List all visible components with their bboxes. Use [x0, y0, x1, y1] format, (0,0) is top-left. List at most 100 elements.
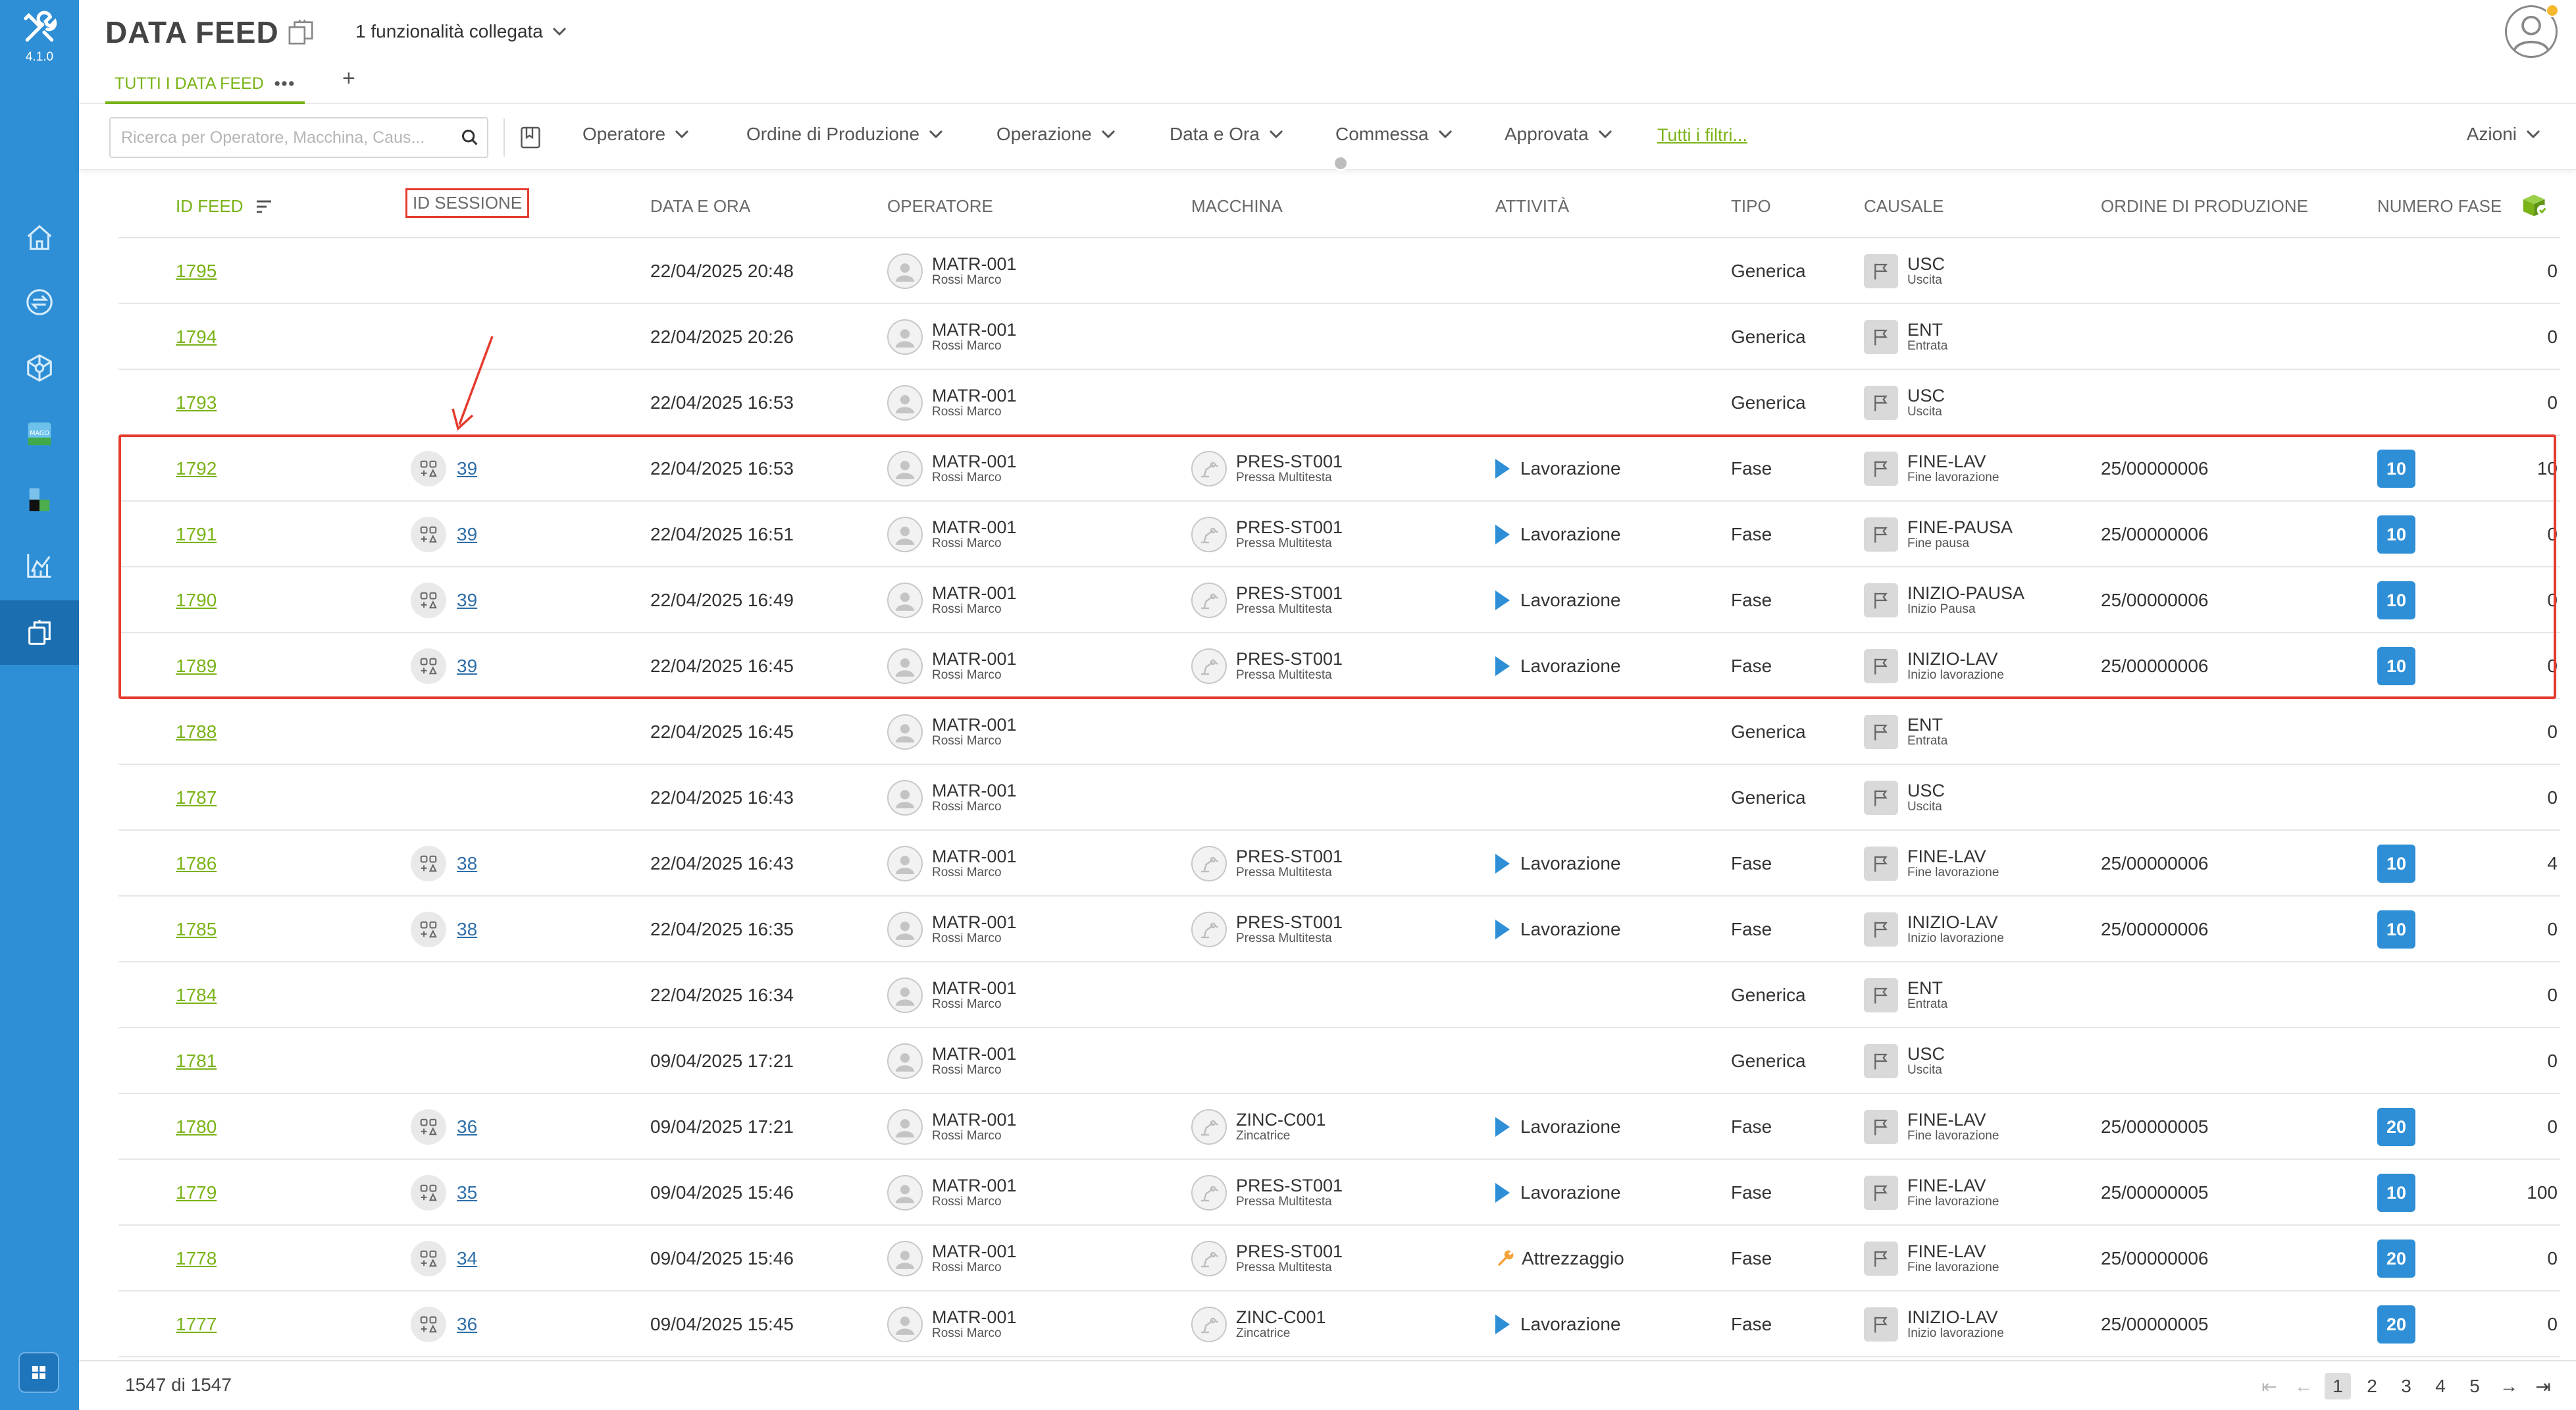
- page-5[interactable]: 5: [2461, 1373, 2488, 1399]
- id-feed-link[interactable]: 1791: [176, 524, 217, 545]
- session-link[interactable]: 39: [457, 458, 477, 479]
- column-causale[interactable]: CAUSALE: [1864, 196, 1944, 217]
- add-tab-button[interactable]: +: [342, 66, 355, 91]
- table-row[interactable]: 1790 39 22/04/2025 16:49 MATR-001 Rossi Marc…: [118, 567, 2560, 633]
- id-feed-link[interactable]: 1793: [176, 392, 217, 413]
- id-feed-link[interactable]: 1779: [176, 1182, 217, 1203]
- filter-approvata[interactable]: Approvata: [1505, 124, 1612, 145]
- session-link[interactable]: 39: [457, 524, 477, 545]
- sidebar-item-home[interactable]: [0, 205, 79, 270]
- session-link[interactable]: 36: [457, 1314, 477, 1335]
- table-row[interactable]: 1784 22/04/2025 16:34 MATR-001 Rossi Marco G…: [118, 962, 2560, 1028]
- search-icon[interactable]: [453, 128, 487, 147]
- table-row[interactable]: 1791 39 22/04/2025 16:51 MATR-001 Rossi Marc…: [118, 502, 2560, 567]
- app-logo[interactable]: 4.1.0: [0, 9, 79, 65]
- operator-name: Rossi Marco: [932, 1326, 1002, 1341]
- page-1[interactable]: 1: [2325, 1373, 2351, 1399]
- table-row[interactable]: 1786 38 22/04/2025 16:43 MATR-001 Rossi Marc…: [118, 831, 2560, 897]
- id-feed-link[interactable]: 1786: [176, 853, 217, 874]
- all-filters-link[interactable]: Tutti i filtri...: [1657, 125, 1747, 145]
- first-page-icon[interactable]: ⇤: [2256, 1373, 2282, 1399]
- sidebar-item-transfers[interactable]: [0, 270, 79, 334]
- id-feed-link[interactable]: 1795: [176, 261, 217, 282]
- filter-operatore[interactable]: Operatore: [582, 124, 689, 145]
- filter-ordine-produzione[interactable]: Ordine di Produzione: [746, 124, 943, 145]
- collapse-handle[interactable]: [1333, 155, 1349, 171]
- id-feed-link[interactable]: 1787: [176, 787, 217, 808]
- operator-name: Rossi Marco: [932, 1129, 1002, 1143]
- page-3[interactable]: 3: [2393, 1373, 2419, 1399]
- search-input[interactable]: [111, 118, 453, 157]
- sidebar-item-mago[interactable]: MAGO: [0, 402, 79, 466]
- column-macchina[interactable]: MACCHINA: [1191, 196, 1283, 217]
- session-link[interactable]: 35: [457, 1182, 477, 1203]
- page-2[interactable]: 2: [2359, 1373, 2385, 1399]
- id-feed-link[interactable]: 1784: [176, 985, 217, 1006]
- filter-operazione[interactable]: Operazione: [996, 124, 1116, 145]
- linked-features-dropdown[interactable]: 1 funzionalità collegata: [355, 21, 567, 42]
- table-row[interactable]: 1781 09/04/2025 17:21 MATR-001 Rossi Marco G…: [118, 1028, 2560, 1094]
- filter-data-ora[interactable]: Data e Ora: [1170, 124, 1283, 145]
- prev-page-icon[interactable]: ←: [2290, 1373, 2317, 1399]
- column-id-sessione[interactable]: ID SESSIONE: [405, 188, 530, 218]
- sidebar-item-apps[interactable]: [0, 467, 79, 532]
- cell-tipo: Fase: [1731, 1116, 1772, 1137]
- page-4[interactable]: 4: [2427, 1373, 2454, 1399]
- last-page-icon[interactable]: ⇥: [2530, 1373, 2556, 1399]
- approved-cube-icon[interactable]: [2521, 192, 2550, 219]
- column-ordine-produzione[interactable]: ORDINE DI PRODUZIONE: [2101, 196, 2308, 217]
- sidebar: 4.1.0 MAGO: [0, 0, 79, 1410]
- table-row[interactable]: 1778 34 09/04/2025 15:46 MATR-001 Rossi Marc…: [118, 1226, 2560, 1292]
- id-feed-link[interactable]: 1792: [176, 458, 217, 479]
- session-link[interactable]: 38: [457, 853, 477, 874]
- table-row[interactable]: 1785 38 22/04/2025 16:35 MATR-001 Rossi Marc…: [118, 897, 2560, 962]
- table-row[interactable]: 1789 39 22/04/2025 16:45 MATR-001 Rossi Marc…: [118, 633, 2560, 699]
- session-link[interactable]: 39: [457, 590, 477, 611]
- id-feed-link[interactable]: 1781: [176, 1051, 217, 1072]
- cell-operatore: MATR-001 Rossi Marco: [887, 897, 1017, 962]
- column-id-feed[interactable]: ID FEED: [176, 196, 272, 217]
- table-row[interactable]: 1788 22/04/2025 16:45 MATR-001 Rossi Marco G…: [118, 699, 2560, 765]
- table-row[interactable]: 1779 35 09/04/2025 15:46 MATR-001 Rossi Marc…: [118, 1160, 2560, 1226]
- sidebar-menu-button[interactable]: [18, 1352, 59, 1393]
- filter-label: Operazione: [996, 124, 1092, 144]
- cell-quantity: 100: [2527, 1182, 2558, 1203]
- filter-commessa[interactable]: Commessa: [1335, 124, 1453, 145]
- column-operatore[interactable]: OPERATORE: [887, 196, 993, 217]
- session-link[interactable]: 34: [457, 1248, 477, 1269]
- play-icon: [1495, 920, 1510, 939]
- copy-icon[interactable]: [287, 18, 317, 46]
- table-row[interactable]: 1787 22/04/2025 16:43 MATR-001 Rossi Marco G…: [118, 765, 2560, 831]
- sidebar-item-analytics[interactable]: [0, 533, 79, 598]
- machine-robot-icon: [1191, 648, 1227, 684]
- sidebar-item-network[interactable]: [0, 336, 79, 400]
- table-row[interactable]: 1792 39 22/04/2025 16:53 MATR-001 Rossi Marc…: [118, 436, 2560, 502]
- actions-dropdown[interactable]: Azioni: [2467, 124, 2540, 145]
- sort-icon[interactable]: [255, 199, 272, 214]
- table-row[interactable]: 1777 36 09/04/2025 15:45 MATR-001 Rossi Marc…: [118, 1292, 2560, 1357]
- id-feed-link[interactable]: 1780: [176, 1116, 217, 1137]
- column-data-ora[interactable]: DATA E ORA: [650, 196, 750, 217]
- tab-all-data-feed[interactable]: TUTTI I DATA FEED •••: [105, 66, 305, 104]
- column-tipo[interactable]: TIPO: [1731, 196, 1771, 217]
- session-link[interactable]: 38: [457, 919, 477, 940]
- id-feed-link[interactable]: 1777: [176, 1314, 217, 1335]
- column-attivita[interactable]: ATTIVITÀ: [1495, 196, 1569, 217]
- id-feed-link[interactable]: 1790: [176, 590, 217, 611]
- session-link[interactable]: 39: [457, 656, 477, 677]
- id-feed-link[interactable]: 1789: [176, 656, 217, 677]
- column-numero-fase[interactable]: NUMERO FASE: [2377, 196, 2502, 217]
- table-row[interactable]: 1780 36 09/04/2025 17:21 MATR-001 Rossi Marc…: [118, 1094, 2560, 1160]
- tab-menu-icon[interactable]: •••: [274, 74, 296, 93]
- cell-attivita: Lavorazione: [1495, 897, 1621, 962]
- bookmark-add-icon[interactable]: [519, 125, 542, 150]
- session-link[interactable]: 36: [457, 1116, 477, 1137]
- id-feed-link[interactable]: 1788: [176, 721, 217, 743]
- id-feed-link[interactable]: 1794: [176, 326, 217, 348]
- cell-id-sessione: 39: [411, 502, 477, 567]
- next-page-icon[interactable]: →: [2496, 1373, 2522, 1399]
- table-row[interactable]: 1795 22/04/2025 20:48 MATR-001 Rossi Marco G…: [118, 238, 2560, 304]
- id-feed-link[interactable]: 1778: [176, 1248, 217, 1269]
- sidebar-item-data-feed[interactable]: [0, 600, 79, 665]
- id-feed-link[interactable]: 1785: [176, 919, 217, 940]
